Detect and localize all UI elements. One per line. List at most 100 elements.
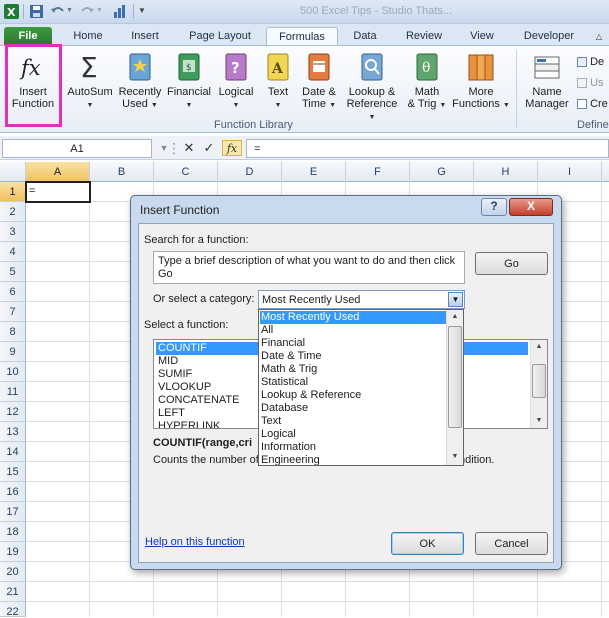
row-header[interactable]: 22 [0, 602, 26, 618]
define-name-button[interactable]: De [577, 56, 604, 68]
list-item[interactable]: Text [260, 415, 446, 428]
list-item[interactable]: Database [260, 402, 446, 415]
scroll-up-icon[interactable]: ▲ [447, 310, 463, 324]
undo-icon[interactable] [50, 4, 65, 19]
column-header[interactable]: D [218, 162, 282, 182]
row-header[interactable]: 6 [0, 282, 26, 302]
list-item[interactable]: Logical [260, 428, 446, 441]
search-input[interactable]: Type a brief description of what you wan… [153, 251, 465, 284]
row-header[interactable]: 5 [0, 262, 26, 282]
row-header[interactable]: 3 [0, 222, 26, 242]
logical-button[interactable]: ? Logical ▼ [214, 51, 258, 112]
tab-formulas[interactable]: Formulas [266, 27, 338, 46]
scroll-down-icon[interactable]: ▼ [531, 414, 547, 428]
redo-dropdown-icon[interactable]: ▼ [96, 7, 104, 22]
list-item[interactable]: Information [260, 441, 446, 454]
tab-insert[interactable]: Insert [118, 27, 172, 46]
tab-data[interactable]: Data [342, 27, 388, 46]
row-header[interactable]: 10 [0, 362, 26, 382]
column-header[interactable]: H [474, 162, 538, 182]
scroll-down-icon[interactable]: ▼ [447, 450, 463, 464]
row-header[interactable]: 20 [0, 562, 26, 582]
tab-page-layout[interactable]: Page Layout [180, 27, 260, 46]
help-on-function-link[interactable]: Help on this function [145, 536, 245, 548]
row-header[interactable]: 1 [0, 182, 26, 202]
chevron-down-icon[interactable]: ▼ [448, 292, 463, 307]
formula-input[interactable]: = [246, 139, 609, 158]
row-header[interactable]: 17 [0, 502, 26, 522]
row-header[interactable]: 21 [0, 582, 26, 602]
tab-developer[interactable]: Developer [514, 27, 584, 46]
column-header[interactable]: E [282, 162, 346, 182]
category-dropdown-list[interactable]: Most Recently Used All Financial Date & … [258, 309, 464, 466]
financial-button[interactable]: $ Financial ▼ [164, 51, 214, 112]
category-select[interactable]: Most Recently Used ▼ [258, 290, 465, 309]
list-item[interactable]: Most Recently Used [260, 311, 446, 324]
create-from-selection-button[interactable]: Cre [577, 98, 608, 110]
list-item[interactable]: Math & Trig [260, 363, 446, 376]
chart-icon[interactable] [113, 4, 128, 19]
list-item[interactable]: All [260, 324, 446, 337]
list-item[interactable]: Engineering [260, 454, 446, 465]
list-item[interactable]: Statistical [260, 376, 446, 389]
save-icon[interactable] [29, 4, 44, 19]
list-item[interactable]: Date & Time [260, 350, 446, 363]
text-button[interactable]: A Text ▼ [260, 51, 296, 112]
active-cell-a1[interactable]: = [25, 181, 91, 203]
scroll-thumb[interactable] [532, 364, 546, 398]
row-header[interactable]: 4 [0, 242, 26, 262]
column-header[interactable]: A [26, 162, 90, 182]
tab-review[interactable]: Review [396, 27, 452, 46]
row-header[interactable]: 8 [0, 322, 26, 342]
row-header[interactable]: 9 [0, 342, 26, 362]
recently-used-button[interactable]: Recently Used ▼ [117, 51, 163, 112]
dialog-help-button[interactable]: ? [481, 198, 507, 216]
confirm-entry-icon[interactable]: ✓ [201, 140, 217, 156]
row-header[interactable]: 16 [0, 482, 26, 502]
list-item[interactable]: Financial [260, 337, 446, 350]
column-header[interactable]: F [346, 162, 410, 182]
dialog-close-button[interactable]: X [509, 198, 553, 216]
math-trig-button[interactable]: θ Math & Trig ▼ [404, 51, 450, 112]
name-box[interactable]: A1 [2, 139, 152, 158]
more-functions-button[interactable]: More Functions ▼ [450, 51, 512, 112]
redo-icon[interactable] [80, 4, 95, 19]
undo-dropdown-icon[interactable]: ▼ [66, 7, 74, 22]
insert-function-fx-icon[interactable]: fx [222, 140, 242, 156]
column-header[interactable]: C [154, 162, 218, 182]
scroll-thumb[interactable] [448, 326, 462, 428]
lookup-reference-button[interactable]: Lookup & Reference ▼ [342, 51, 402, 124]
row-header[interactable]: 19 [0, 542, 26, 562]
select-all-corner[interactable] [0, 162, 26, 182]
row-header[interactable]: 2 [0, 202, 26, 222]
list-item[interactable]: VLOOKUP [156, 381, 211, 394]
ribbon-minimize-icon[interactable]: △ [592, 27, 606, 46]
list-item[interactable]: HYPERLINK [156, 420, 220, 428]
column-header[interactable]: B [90, 162, 154, 182]
row-header[interactable]: 11 [0, 382, 26, 402]
row-header[interactable]: 13 [0, 422, 26, 442]
column-header[interactable]: I [538, 162, 602, 182]
cancel-button[interactable]: Cancel [475, 532, 548, 555]
list-item[interactable]: Lookup & Reference [260, 389, 446, 402]
row-header[interactable]: 18 [0, 522, 26, 542]
list-item[interactable]: MID [156, 355, 178, 368]
column-header[interactable]: G [410, 162, 474, 182]
cancel-entry-icon[interactable]: ✕ [181, 140, 197, 156]
tab-view[interactable]: View [458, 27, 506, 46]
tab-home[interactable]: Home [62, 27, 114, 46]
category-scrollbar[interactable]: ▲ ▼ [446, 310, 463, 465]
ok-button[interactable]: OK [391, 532, 464, 555]
row-header[interactable]: 14 [0, 442, 26, 462]
row-header[interactable]: 15 [0, 462, 26, 482]
list-item[interactable]: CONCATENATE [156, 394, 240, 407]
use-in-formula-button[interactable]: Us [577, 77, 604, 89]
row-header[interactable]: 12 [0, 402, 26, 422]
list-item[interactable]: LEFT [156, 407, 185, 420]
function-list-scrollbar[interactable]: ▲ ▼ [530, 340, 547, 428]
row-header[interactable]: 7 [0, 302, 26, 322]
scroll-up-icon[interactable]: ▲ [531, 340, 547, 354]
customize-qat-icon[interactable]: ▼ [138, 6, 153, 21]
list-item[interactable]: SUMIF [156, 368, 192, 381]
date-time-button[interactable]: Date & Time ▼ [298, 51, 340, 112]
